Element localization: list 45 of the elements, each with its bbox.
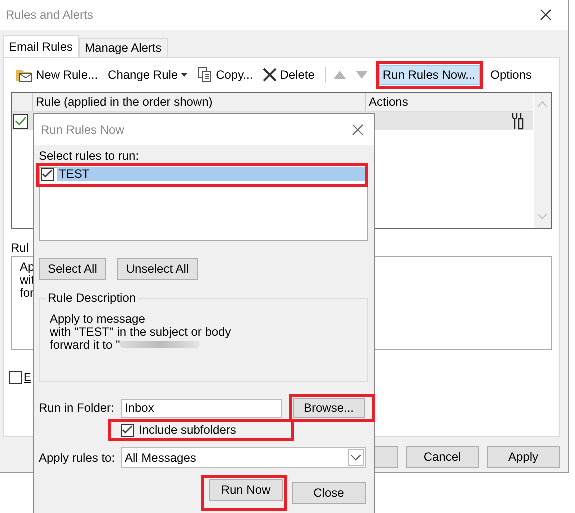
rule-item[interactable]: TEST [57, 167, 365, 181]
list-button[interactable]: Unselect All [117, 258, 198, 280]
close-icon[interactable] [540, 9, 552, 21]
run-now-button[interactable]: Run Now [209, 479, 283, 501]
new-rule-button[interactable]: New Rule... [13, 66, 100, 84]
delete-icon [263, 68, 278, 82]
description-text: forward it to " [50, 338, 120, 352]
section-label: Rul [11, 241, 30, 256]
tab[interactable]: Email Rules [3, 35, 80, 57]
apply-rules-dropdown[interactable]: All Messages [121, 447, 366, 468]
column-header[interactable]: Actions [366, 93, 412, 111]
caret-icon [181, 73, 188, 77]
copy-icon [198, 67, 214, 83]
folder-envelope-icon [15, 67, 33, 83]
description-text: with "TEST" in the subject or body [50, 324, 232, 338]
close-button[interactable]: Close [292, 482, 366, 504]
delete-button[interactable]: Delete [261, 67, 317, 83]
checkbox[interactable] [41, 168, 54, 180]
field-label: Run in Folder: [39, 401, 116, 415]
copy-button[interactable]: Copy... [196, 66, 256, 84]
checkbox-label[interactable]: Include subfolders [139, 423, 236, 437]
column-header[interactable]: Rule (applied in the order shown) [33, 93, 366, 111]
window-title: Rules and Alerts [6, 8, 94, 22]
change-rule-button[interactable]: Change Rule [106, 67, 190, 83]
description-text: Apply to message [50, 312, 146, 326]
tools-icon [511, 112, 525, 130]
dialog-title: Run Rules Now [41, 122, 124, 136]
description-text: for [20, 287, 34, 300]
chevron-down-icon [351, 454, 361, 460]
checkbox[interactable] [9, 371, 22, 384]
run-rules-now-button[interactable]: Run Rules Now... [378, 65, 480, 85]
list-button[interactable]: Select All [39, 258, 106, 280]
tab[interactable]: Manage Alerts [79, 38, 168, 57]
options-button[interactable]: Options [488, 67, 534, 83]
field-label: Apply rules to: [39, 450, 116, 464]
folder-field[interactable]: Inbox [121, 398, 282, 418]
checkbox[interactable] [121, 424, 134, 436]
close-icon[interactable] [352, 124, 364, 136]
dialog-button[interactable]: Cancel [406, 446, 479, 468]
rule-checkbox[interactable] [13, 114, 28, 128]
dialog-button[interactable]: Apply [487, 446, 560, 468]
browse-button[interactable]: Browse... [293, 398, 365, 418]
checkbox-label[interactable]: E [24, 372, 32, 384]
group-title: Rule Description [46, 291, 138, 305]
list-label: Select rules to run: [39, 149, 140, 163]
